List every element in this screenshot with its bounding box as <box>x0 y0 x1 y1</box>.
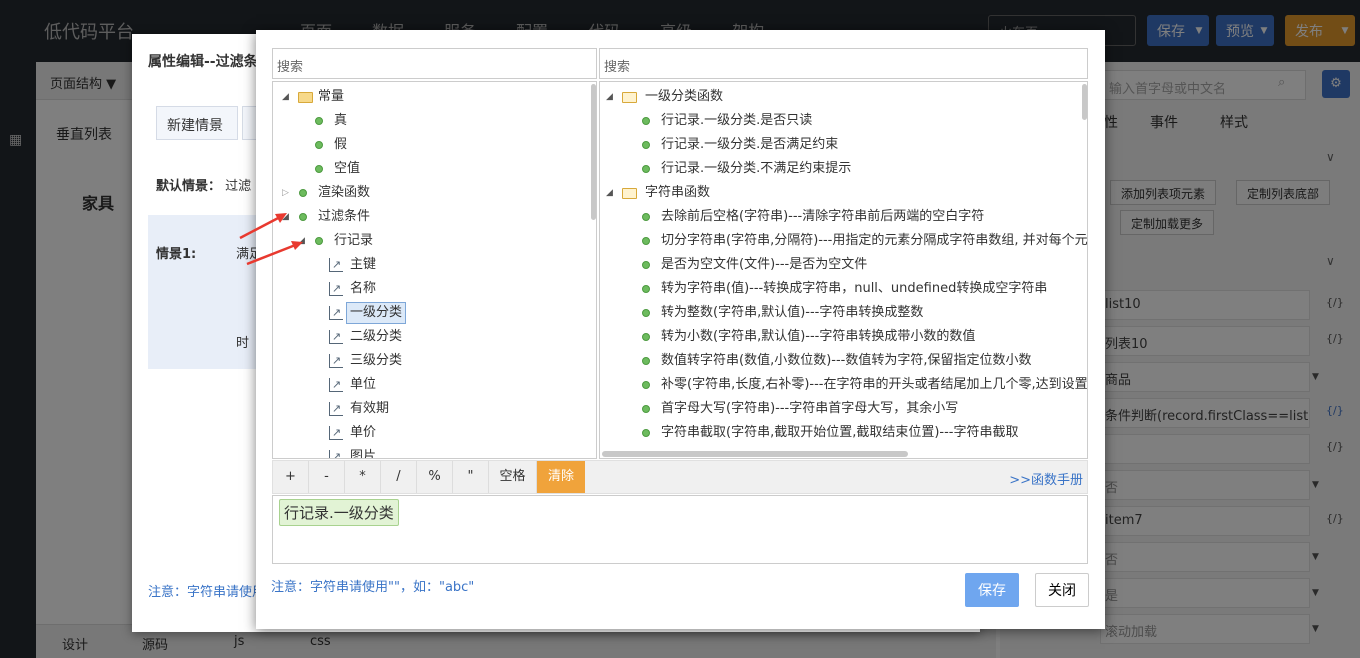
dot-icon <box>642 285 650 293</box>
vertical-scrollbar[interactable] <box>591 84 596 220</box>
tree-label: 三级分类 <box>350 353 403 368</box>
scene1-time: 时 <box>236 336 250 351</box>
expression-token[interactable]: 行记录.一级分类 <box>279 499 399 526</box>
field-icon: ↗ <box>329 426 343 440</box>
dot-icon <box>642 117 650 125</box>
tree-label: 行记录.一级分类.不满足约束提示 <box>661 161 852 176</box>
expand-icon[interactable]: ◢ <box>606 181 616 205</box>
tree-label: 转为字符串(值)---转换成字符串，null、undefined转换成空字符串 <box>661 281 1048 296</box>
operator-divide-button[interactable]: / <box>381 461 417 493</box>
field-icon: ↗ <box>329 402 343 416</box>
tree-label: 常量 <box>318 89 345 104</box>
tree-label: 图片 <box>350 449 377 459</box>
expand-icon[interactable]: ◢ <box>606 85 616 109</box>
operator-plus-button[interactable]: + <box>273 461 309 493</box>
tree-label: 有效期 <box>350 401 390 416</box>
close-button[interactable]: 关闭 <box>1035 573 1089 607</box>
expression-editor-dialog: 搜索 搜索 ◢ 常量 真 假 空值 ▷ 渲染函数 ◢ 过滤条件 ◢ 行记录 ↗ 主… <box>256 30 1105 629</box>
clear-button[interactable]: 清除 <box>537 461 585 493</box>
function-manual-link[interactable]: >>函数手册 <box>1009 469 1083 488</box>
operator-quote-button[interactable]: " <box>453 461 489 493</box>
horizontal-scrollbar[interactable] <box>602 451 908 457</box>
dot-icon <box>642 237 650 245</box>
dot-icon <box>642 165 650 173</box>
variable-search-input[interactable]: 搜索 <box>272 48 597 79</box>
folder-open-icon <box>622 188 637 199</box>
space-button[interactable]: 空格 <box>489 461 537 493</box>
tree-label: 二级分类 <box>350 329 403 344</box>
tree-label: 行记录 <box>334 233 374 248</box>
tree-label: 转为整数(字符串,默认值)---字符串转换成整数 <box>661 305 924 320</box>
field-icon: ↗ <box>329 258 343 272</box>
save-button[interactable]: 保存 <box>965 573 1019 607</box>
dot-icon <box>642 213 650 221</box>
expression-input[interactable]: 行记录.一级分类 <box>272 495 1088 564</box>
tree-label: 空值 <box>334 161 361 176</box>
tree-label: 首字母大写(字符串)---字符串首字母大写，其余小写 <box>661 401 959 416</box>
operator-multiply-button[interactable]: * <box>345 461 381 493</box>
operator-mod-button[interactable]: % <box>417 461 453 493</box>
field-icon: ↗ <box>329 354 343 368</box>
operator-toolbar: + - * / % " 空格 清除 >>函数手册 <box>272 460 1088 494</box>
dot-icon <box>642 309 650 317</box>
vertical-scrollbar[interactable] <box>1082 84 1087 120</box>
tree-label: 主键 <box>350 257 377 272</box>
annotation-arrow-icon <box>246 241 303 266</box>
field-icon: ↗ <box>329 282 343 296</box>
tree-label: 渲染函数 <box>318 185 371 200</box>
tree-label: 行记录.一级分类.是否只读 <box>661 113 813 128</box>
field-icon: ↗ <box>329 330 343 344</box>
dot-icon <box>642 357 650 365</box>
tree-label: 字符串截取(字符串,截取开始位置,截取结束位置)---字符串截取 <box>661 425 1019 440</box>
tree-label: 真 <box>334 113 348 128</box>
tree-label: 过滤条件 <box>318 209 371 224</box>
tree-label: 是否为空文件(文件)---是否为空文件 <box>661 257 868 272</box>
function-search-input[interactable]: 搜索 <box>599 48 1088 79</box>
operator-minus-button[interactable]: - <box>309 461 345 493</box>
dot-icon <box>642 141 650 149</box>
tree-label: 假 <box>334 137 348 152</box>
field-icon: ↗ <box>329 378 343 392</box>
tree-label: 单价 <box>350 425 377 440</box>
field-icon: ↗ <box>329 450 343 458</box>
tree-label: 去除前后空格(字符串)---清除字符串前后两端的空白字符 <box>661 209 985 224</box>
tree-label: 一级分类 <box>346 302 407 324</box>
dialog-note: 注意：字符串请使用""，如："abc" <box>271 580 475 595</box>
tree-label: 数值转字符串(数值,小数位数)---数值转为字符,保留指定位数小数 <box>661 353 1032 368</box>
folder-open-icon <box>622 92 637 103</box>
tree-label: 行记录.一级分类.是否满足约束 <box>661 137 839 152</box>
tree-label: 字符串函数 <box>645 185 711 200</box>
variable-tree: ◢ 常量 真 假 空值 ▷ 渲染函数 ◢ 过滤条件 ◢ 行记录 ↗ 主键 ↗ 名称 … <box>272 81 597 459</box>
tree-label: 单位 <box>350 377 377 392</box>
tree-label: 补零(字符串,长度,右补零)---在字符串的开头或者结尾加上几个零,达到设置的长… <box>661 377 1088 392</box>
dot-icon <box>642 405 650 413</box>
tree-label: 名称 <box>350 281 377 296</box>
tree-label: 转为小数(字符串,默认值)---字符串转换成带小数的数值 <box>661 329 976 344</box>
dot-icon <box>642 381 650 389</box>
dot-icon <box>642 261 650 269</box>
function-tree: ◢ 一级分类函数 行记录.一级分类.是否只读 行记录.一级分类.是否满足约束 行… <box>599 81 1088 459</box>
dot-icon <box>642 333 650 341</box>
dot-icon <box>642 429 650 437</box>
tree-label: 一级分类函数 <box>645 89 724 104</box>
field-icon: ↗ <box>329 306 343 320</box>
tree-label: 切分字符串(字符串,分隔符)---用指定的元素分隔成字符串数组, 并对每个元素进… <box>661 233 1088 248</box>
